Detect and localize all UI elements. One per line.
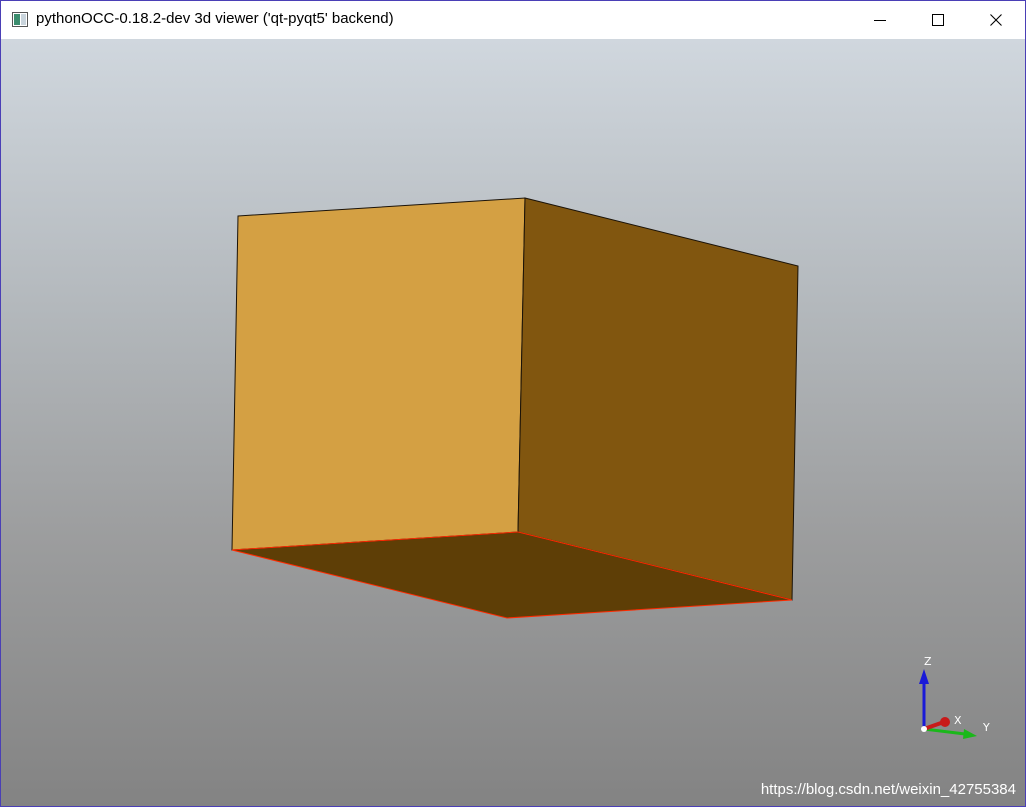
app-window-icon	[12, 12, 28, 27]
y-axis-line	[923, 727, 966, 736]
axis-triedron: Z Y X	[919, 655, 990, 739]
close-icon	[990, 14, 1002, 26]
maximize-icon	[932, 14, 944, 26]
3d-viewport[interactable]: Z Y X https://blog.csdn.net/weixin_42755…	[1, 39, 1025, 806]
minimize-button[interactable]	[851, 1, 909, 39]
box-front-face[interactable]	[231, 197, 526, 551]
title-bar[interactable]: pythonOCC-0.18.2-dev 3d viewer ('qt-pyqt…	[1, 1, 1025, 39]
minimize-icon	[874, 20, 886, 21]
x-axis-arrow	[940, 717, 950, 727]
close-button[interactable]	[967, 1, 1025, 39]
y-axis-arrow	[963, 729, 977, 739]
y-axis-label: Y	[982, 721, 990, 734]
app-window: pythonOCC-0.18.2-dev 3d viewer ('qt-pyqt…	[0, 0, 1026, 807]
z-axis-arrow	[919, 669, 929, 684]
maximize-button[interactable]	[909, 1, 967, 39]
axis-origin	[921, 726, 927, 732]
3d-scene: Z Y X	[231, 197, 990, 739]
watermark-text: https://blog.csdn.net/weixin_42755384	[760, 781, 1016, 798]
z-axis-label: Z	[924, 655, 932, 668]
x-axis-label: X	[954, 714, 962, 727]
box-side-face[interactable]	[517, 197, 799, 601]
window-title: pythonOCC-0.18.2-dev 3d viewer ('qt-pyqt…	[36, 10, 394, 27]
